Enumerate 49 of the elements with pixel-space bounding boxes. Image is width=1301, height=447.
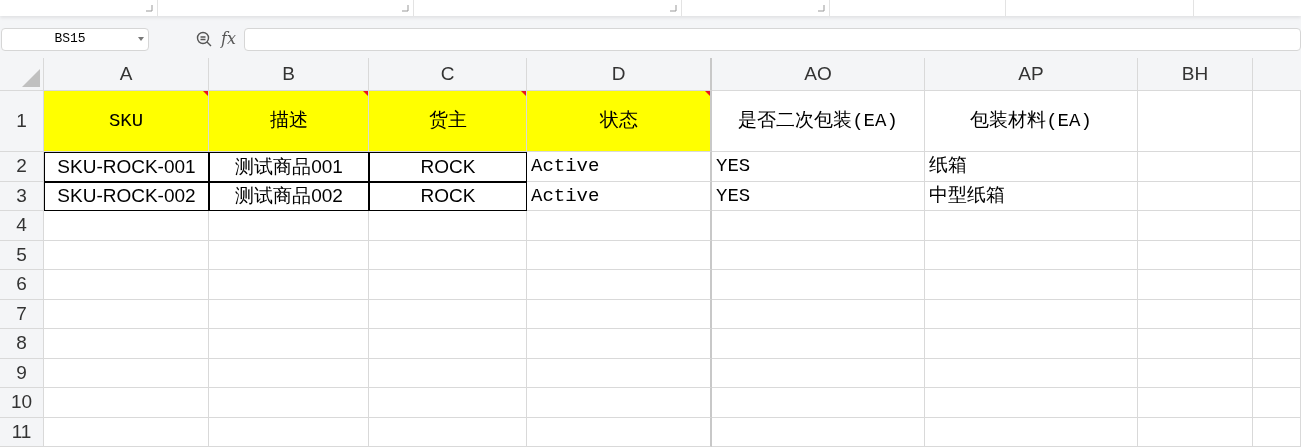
spreadsheet-cell[interactable]: SKU [44,91,209,152]
column-header[interactable]: D [527,58,712,91]
column-header[interactable]: BH [1138,58,1253,91]
row-header[interactable]: 5 [0,240,44,270]
row-header[interactable]: 1 [0,91,44,152]
row-header[interactable]: 8 [0,329,44,359]
spreadsheet-cell[interactable]: 描述 [209,91,369,152]
column-header[interactable]: C [369,58,527,91]
spreadsheet-cell[interactable]: 是否二次包装(EA) [712,91,925,152]
spreadsheet-cell[interactable]: SKU-ROCK-001 [44,152,209,182]
dialog-launcher-icon[interactable] [670,5,677,13]
function-label[interactable]: fx [221,27,236,52]
name-box[interactable]: BS15 [1,27,149,51]
column-header[interactable]: AO [712,58,925,91]
row-header[interactable]: 7 [0,299,44,329]
dropdown-caret-icon[interactable] [138,37,144,42]
spreadsheet-cell[interactable]: 中型纸箱 [925,181,1138,211]
spreadsheet-cell[interactable]: YES [712,181,925,211]
spreadsheet-cell[interactable]: 测试商品002 [209,181,369,211]
zoom-out-icon[interactable] [196,31,212,48]
spreadsheet-cell[interactable]: SKU-ROCK-002 [44,181,209,211]
row-header[interactable]: 10 [0,388,44,418]
dialog-launcher-icon[interactable] [402,5,409,13]
spreadsheet-cell[interactable]: YES [712,152,925,182]
spreadsheet-cell[interactable]: 包装材料(EA) [925,91,1138,152]
dialog-launcher-icon[interactable] [146,5,153,13]
column-header[interactable]: AP [925,58,1138,91]
row-header[interactable]: 4 [0,211,44,241]
spreadsheet-cell[interactable]: Active [527,181,712,211]
row-header[interactable]: 2 [0,152,44,182]
row-header[interactable]: 11 [0,417,44,447]
row-header[interactable]: 9 [0,358,44,388]
column-header[interactable]: A [44,58,209,91]
row-header[interactable]: 3 [0,181,44,211]
spreadsheet-cell[interactable]: ROCK [369,181,527,211]
spreadsheet-cell[interactable]: Active [527,152,712,182]
row-header[interactable]: 6 [0,270,44,300]
formula-input[interactable] [243,27,1301,51]
spreadsheet-cell[interactable]: 状态 [527,91,712,152]
cell-reference: BS15 [53,30,87,49]
column-header[interactable] [1253,58,1301,91]
select-all-icon[interactable] [22,69,40,87]
select-all-corner[interactable] [0,58,44,91]
spreadsheet-cell[interactable]: ROCK [369,152,527,182]
spreadsheet-cell[interactable]: 纸箱 [925,152,1138,182]
column-header[interactable]: B [209,58,369,91]
spreadsheet-cell[interactable]: 货主 [369,91,527,152]
dialog-launcher-icon[interactable] [818,5,825,13]
spreadsheet-cell[interactable]: 测试商品001 [209,152,369,182]
